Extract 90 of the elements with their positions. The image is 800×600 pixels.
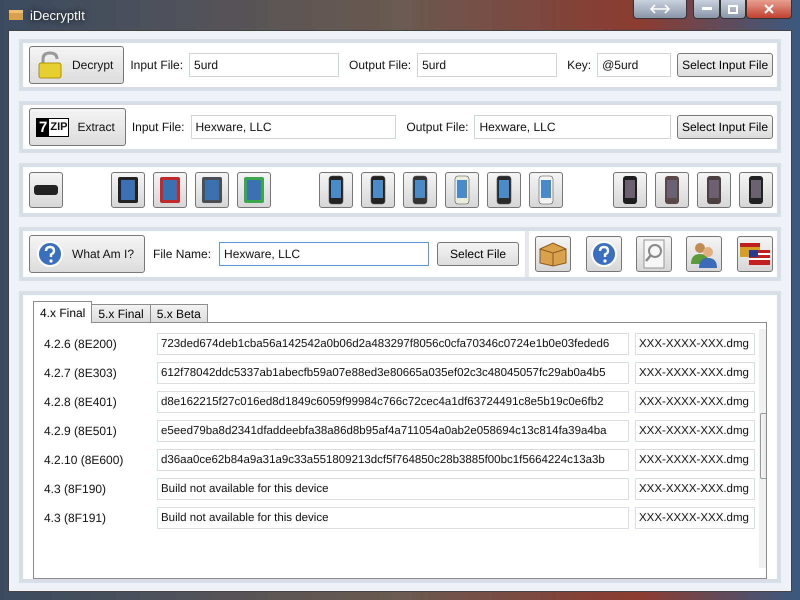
tool-button[interactable]: [736, 236, 773, 272]
tool-button[interactable]: [535, 236, 572, 272]
version-label: 4.2.10 (8E600): [43, 453, 124, 467]
decrypt-button[interactable]: Decrypt: [29, 46, 124, 84]
users-icon: [689, 240, 720, 268]
phone-icon: [454, 175, 470, 205]
tablet-icon: [159, 176, 181, 204]
media-player-icon: [664, 175, 680, 205]
file-name-field[interactable]: XXX-XXXX-XXX.dmg: [635, 333, 755, 355]
version-label: 4.2.7 (8E303): [43, 366, 118, 380]
app-icon: [8, 9, 24, 21]
version-label: 4.3 (8F191): [43, 511, 108, 525]
window-title: iDecryptIt: [30, 8, 85, 22]
field-label: File Name:: [153, 247, 212, 261]
extract-button[interactable]: 7 ZIP Extract: [29, 108, 126, 146]
device-button[interactable]: [29, 172, 63, 208]
field-label: Input File:: [132, 120, 185, 134]
key-field[interactable]: @5urd: [597, 53, 672, 77]
tab[interactable]: 5.x Final: [91, 304, 151, 323]
select-input-file-button[interactable]: Select Input File: [676, 115, 773, 139]
help-icon: [36, 240, 64, 268]
select-input-file-button[interactable]: Select Input File: [677, 53, 774, 77]
version-label: 4.2.9 (8E501): [43, 424, 118, 438]
tablet-icon: [117, 176, 139, 204]
key-field[interactable]: 723ded674deb1cba56a142542a0b06d2a483297f8056c0cfa70346c0724e1b0e03feded6: [157, 333, 629, 355]
logo-icon: 7 ZIP: [36, 118, 70, 136]
device-button[interactable]: [403, 172, 437, 208]
tablet-icon: [201, 176, 223, 204]
tab[interactable]: 5.x Beta: [150, 304, 208, 323]
key-field[interactable]: d8e162215f27c016ed8d1849c6059f99984c766c72cec4a1df63724491c8e5b19c0e6fb2: [157, 391, 629, 413]
key-field[interactable]: Build not available for this device: [157, 478, 629, 500]
close-button[interactable]: [746, 0, 792, 19]
key-field[interactable]: Build not available for this device: [157, 507, 629, 529]
help-icon: [590, 240, 618, 268]
phone-icon: [496, 175, 512, 205]
input-file-field[interactable]: 5urd: [189, 53, 340, 77]
phone-icon: [370, 175, 386, 205]
what-am-i-button[interactable]: What Am I?: [29, 235, 146, 273]
file-name-field[interactable]: XXX-XXXX-XXX.dmg: [635, 391, 755, 413]
tab[interactable]: 4.x Final: [33, 301, 92, 323]
file-name-field[interactable]: XXX-XXXX-XXX.dmg: [635, 362, 755, 384]
key-field[interactable]: d36aa0ce62b84a9a31a9c33a551809213dcf5f764850c28b3885f00bc1f5664224c13a3b: [157, 449, 629, 471]
file-name-field[interactable]: XXX-XXXX-XXX.dmg: [635, 420, 755, 442]
key-field[interactable]: 612f78042ddc5337ab1abecfb59a07e88ed3e80665a035ef02c3c48045057fc29ab0a4b5: [157, 362, 629, 384]
media-player-icon: [748, 175, 764, 205]
tablet-icon: [243, 176, 265, 204]
phone-icon: [328, 175, 344, 205]
set-top-box-icon: [33, 183, 59, 197]
version-label: 4.2.8 (8E401): [43, 395, 118, 409]
device-button[interactable]: [696, 172, 731, 208]
phone-icon: [412, 175, 428, 205]
box-icon: [538, 241, 568, 267]
file-name-field[interactable]: XXX-XXXX-XXX.dmg: [635, 478, 755, 500]
double-arrow-icon: [650, 4, 670, 14]
input-file-field[interactable]: Hexware, LLC: [190, 115, 396, 139]
version-label: 4.2.6 (8E200): [43, 337, 118, 351]
flags-icon: [738, 241, 771, 267]
maximize-icon: [728, 4, 738, 14]
field-label: Output File:: [406, 120, 468, 134]
media-player-icon: [622, 175, 638, 205]
device-button[interactable]: [111, 172, 145, 208]
field-label: Output File:: [349, 58, 412, 72]
maximize-button[interactable]: [720, 0, 746, 19]
tool-button[interactable]: [586, 236, 622, 272]
device-button[interactable]: [195, 172, 229, 208]
device-button[interactable]: [487, 172, 521, 208]
file-name-field[interactable]: XXX-XXXX-XXX.dmg: [635, 507, 755, 529]
minimize-icon: [702, 7, 712, 11]
media-player-icon: [706, 175, 722, 205]
version-label: 4.3 (8F190): [43, 482, 108, 496]
field-label: Input File:: [130, 58, 184, 72]
file-name-field[interactable]: Hexware, LLC: [219, 242, 430, 266]
device-button[interactable]: [612, 172, 647, 208]
phone-icon: [538, 175, 554, 205]
close-icon: [764, 4, 774, 14]
padlock-icon: [36, 51, 64, 79]
device-button[interactable]: [361, 172, 395, 208]
magnifier-icon: [641, 239, 668, 269]
device-button[interactable]: [319, 172, 353, 208]
select-file-button[interactable]: Select File: [437, 242, 520, 266]
field-label: Key:: [567, 58, 592, 72]
output-file-field[interactable]: Hexware, LLC: [474, 115, 671, 139]
device-button[interactable]: [738, 172, 773, 208]
file-name-field[interactable]: XXX-XXXX-XXX.dmg: [635, 449, 755, 471]
minimize-button[interactable]: [693, 0, 720, 19]
resize-button[interactable]: [633, 0, 687, 19]
tool-button[interactable]: [686, 236, 722, 272]
device-button[interactable]: [654, 172, 689, 208]
output-file-field[interactable]: 5urd: [417, 53, 558, 77]
key-field[interactable]: e5eed79ba8d2341dfaddeebfa38a86d8b95af4a711054a0ab2e058694c13c814fa39a4ba: [157, 420, 629, 442]
